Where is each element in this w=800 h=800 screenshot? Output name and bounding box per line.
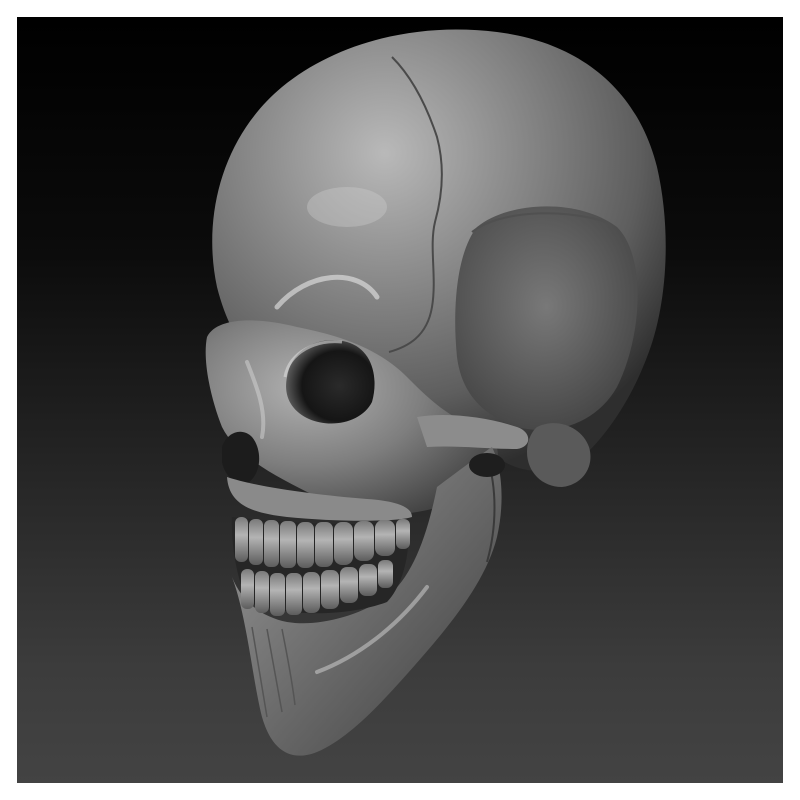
skull-render: [205, 29, 666, 756]
nasal-cavity: [222, 431, 260, 484]
render-viewport: [17, 17, 783, 783]
temporal-fossa: [455, 206, 638, 431]
image-frame: [0, 0, 800, 800]
forehead-highlight: [307, 187, 387, 227]
ear-canal: [469, 453, 505, 477]
